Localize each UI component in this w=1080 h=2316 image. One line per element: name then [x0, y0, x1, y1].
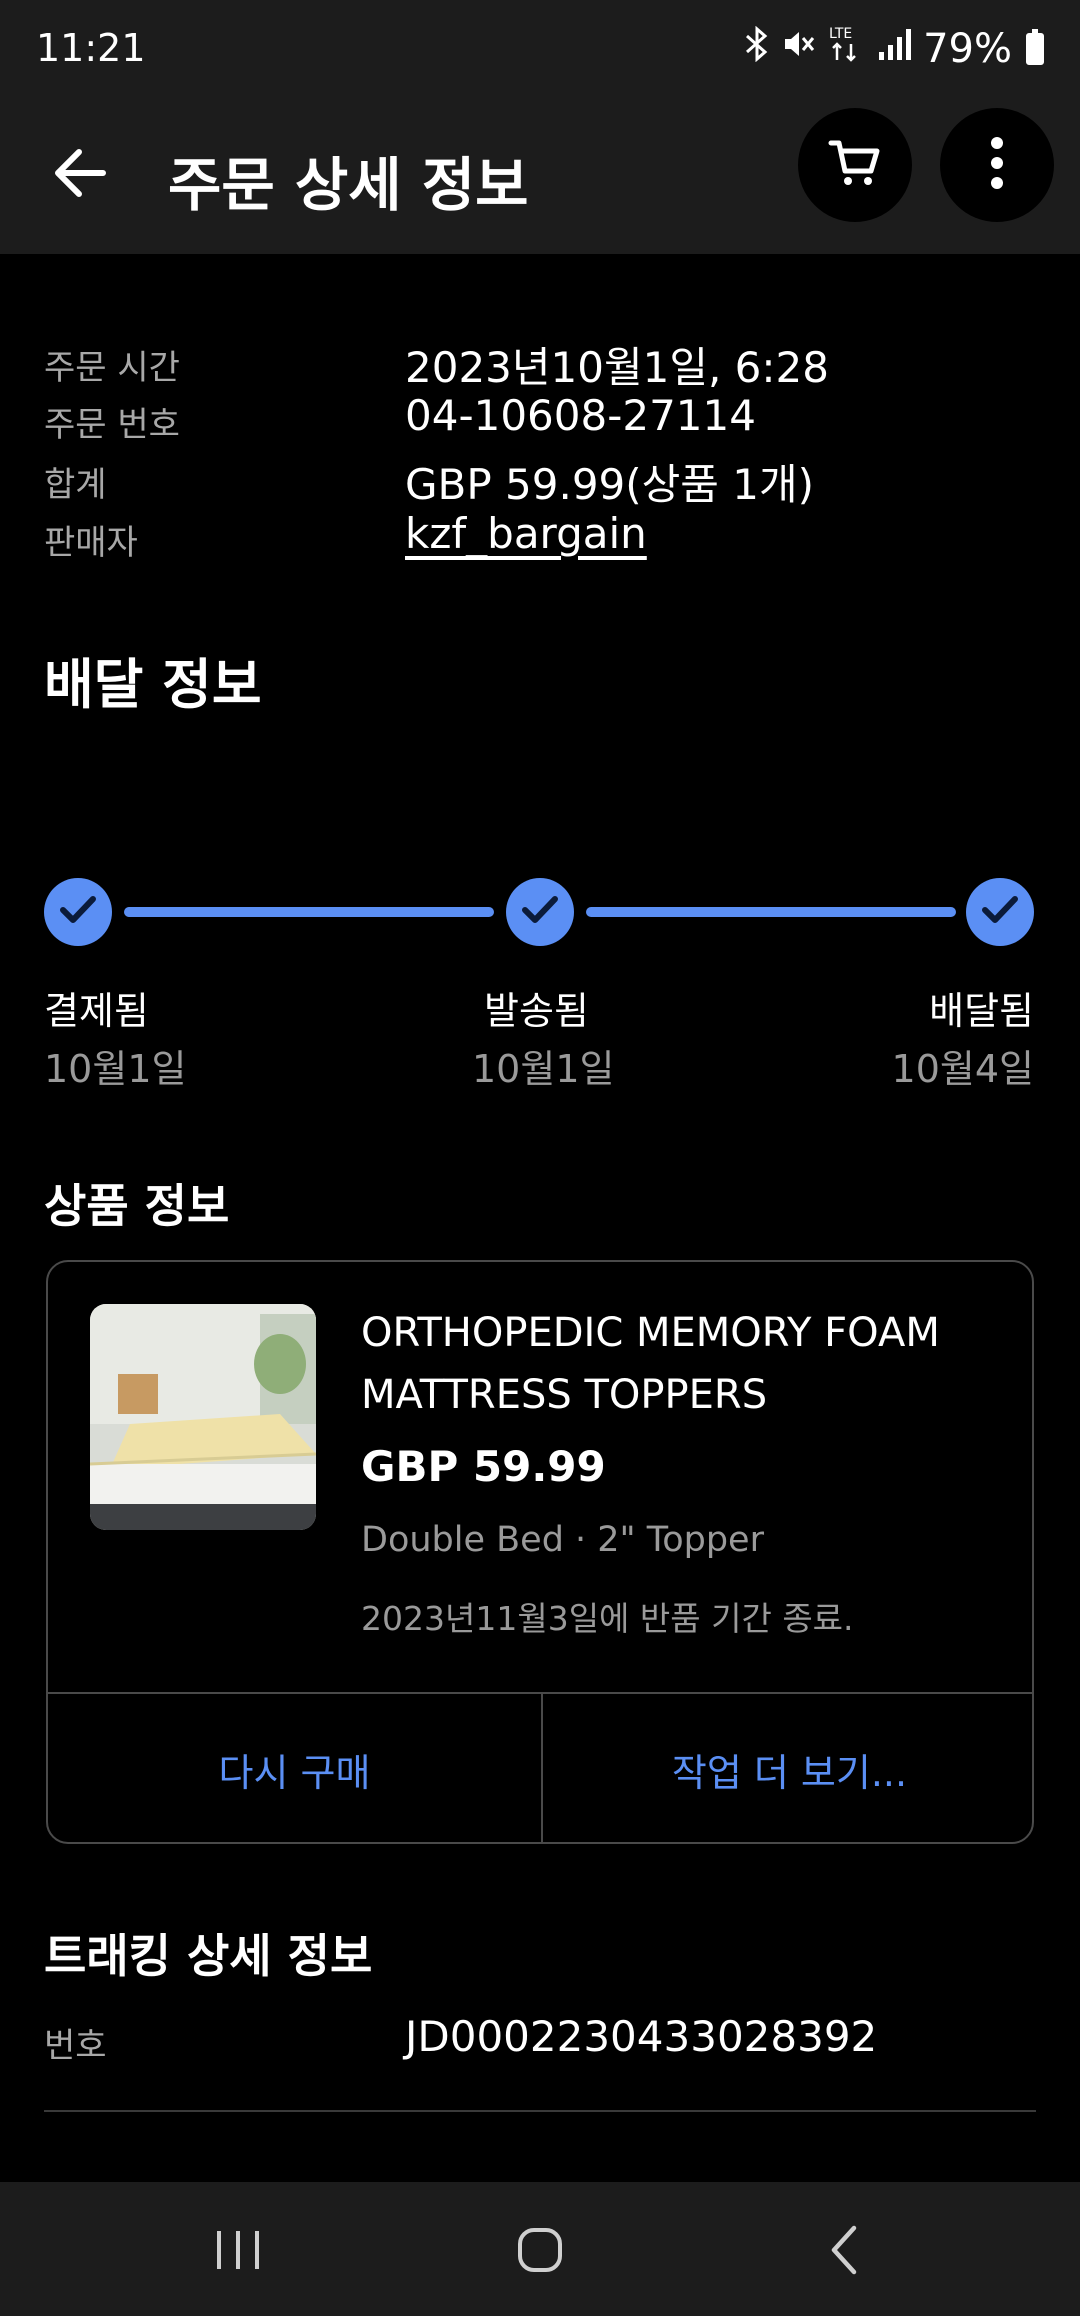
recent-apps-icon — [213, 2227, 263, 2277]
order-total-value: GBP 59.99(상품 1개) — [405, 460, 815, 509]
cart-button[interactable] — [798, 108, 912, 222]
system-nav-bar — [0, 2182, 1080, 2316]
tracking-number-value[interactable]: JD0002230433028392 — [405, 2012, 877, 2061]
seller-row: 판매자 kzf_bargain — [44, 509, 1044, 571]
status-bar: 11:21 LTE 79% — [0, 0, 1080, 100]
signal-icon — [877, 26, 913, 71]
tracking-number-row: 번호 JD0002230433028392 — [44, 2012, 1044, 2074]
status-time: 11:21 — [36, 26, 146, 70]
order-details-screen: 11:21 LTE 79% 주문 상세 정보 주문 시간 2023년10월1일,… — [0, 0, 1080, 2316]
app-bar: 주문 상세 정보 — [0, 100, 1080, 254]
product-variant: Double Bed · 2" Topper — [361, 1520, 764, 1560]
order-number-row: 주문 번호 04-10608-27114 — [44, 391, 1044, 453]
step-paid-label: 결제됨 — [44, 989, 149, 1033]
step-delivered-date: 10월4일 — [891, 1047, 1034, 1091]
check-icon — [980, 893, 1020, 931]
product-title[interactable]: ORTHOPEDIC MEMORY FOAM MATTRESS TOPPERS — [361, 1302, 1001, 1426]
buy-again-button[interactable]: 다시 구매 — [48, 1694, 541, 1842]
product-section-title: 상품 정보 — [44, 1179, 230, 1233]
product-image[interactable] — [90, 1304, 316, 1530]
step-shipped-circle — [506, 878, 574, 946]
step-shipped-label: 발송됨 — [484, 989, 589, 1033]
check-icon — [520, 893, 560, 931]
battery-icon — [1026, 28, 1044, 65]
battery-percent: 79% — [923, 25, 1012, 72]
order-time-row: 주문 시간 2023년10월1일, 6:28 — [44, 340, 1044, 396]
back-nav-button[interactable] — [794, 2212, 894, 2292]
status-icons: LTE 79% — [743, 24, 1044, 73]
progress-line — [124, 907, 494, 917]
page-title: 주문 상세 정보 — [168, 151, 529, 219]
product-price: GBP 59.99 — [361, 1442, 606, 1491]
more-actions-button[interactable]: 작업 더 보기... — [541, 1694, 1032, 1842]
more-vertical-icon — [989, 135, 1005, 195]
return-period-note: 2023년11월3일에 반품 기간 종료. — [361, 1599, 854, 1638]
step-delivered-label: 배달됨 — [929, 989, 1034, 1033]
recent-apps-button[interactable] — [188, 2212, 288, 2292]
order-total-row: 합계 GBP 59.99(상품 1개) — [44, 457, 1044, 513]
tracking-number-label: 번호 — [44, 2026, 107, 2066]
more-options-button[interactable] — [940, 108, 1054, 222]
order-number-label: 주문 번호 — [44, 405, 180, 445]
progress-line — [586, 907, 956, 917]
mute-icon — [781, 26, 817, 71]
seller-label: 판매자 — [44, 523, 138, 563]
order-time-value: 2023년10월1일, 6:28 — [405, 343, 829, 392]
step-paid-date: 10월1일 — [44, 1047, 187, 1091]
check-icon — [58, 893, 98, 931]
order-total-label: 합계 — [44, 465, 107, 505]
delivery-progress-tracker: 결제됨 10월1일 발송됨 10월1일 배달됨 10월4일 — [0, 870, 1080, 1091]
step-delivered-circle — [966, 878, 1034, 946]
delivery-section-title: 배달 정보 — [44, 653, 262, 716]
product-actions: 다시 구매 작업 더 보기... — [48, 1692, 1032, 1842]
back-arrow-icon — [53, 148, 107, 202]
home-icon — [515, 2225, 565, 2279]
divider — [44, 2110, 1036, 2112]
step-paid-circle — [44, 878, 112, 946]
home-button[interactable] — [490, 2212, 590, 2292]
svg-text:LTE: LTE — [829, 26, 852, 42]
bluetooth-icon — [743, 25, 771, 71]
product-card: ORTHOPEDIC MEMORY FOAM MATTRESS TOPPERS … — [46, 1260, 1034, 1844]
step-shipped-date: 10월1일 — [472, 1047, 615, 1091]
order-time-label: 주문 시간 — [44, 348, 180, 388]
cart-icon — [827, 135, 883, 195]
back-nav-icon — [826, 2224, 862, 2280]
back-button[interactable] — [40, 135, 120, 215]
order-number-value: 04-10608-27114 — [405, 391, 756, 440]
seller-link[interactable]: kzf_bargain — [405, 509, 647, 558]
lte-icon: LTE — [827, 24, 867, 73]
tracking-section-title: 트래킹 상세 정보 — [44, 1929, 373, 1983]
